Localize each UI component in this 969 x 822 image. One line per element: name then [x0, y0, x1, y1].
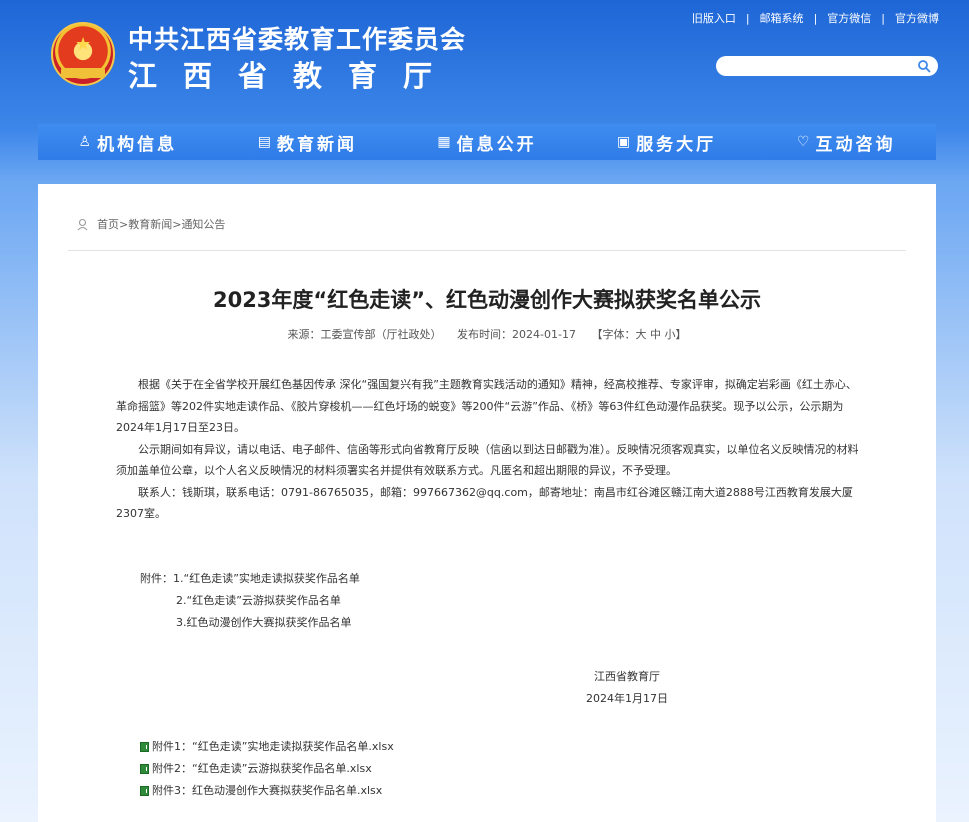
excel-file-icon	[140, 786, 149, 796]
divider	[68, 250, 906, 251]
org-icon: ♙	[78, 134, 92, 150]
article-source: 来源：工委宣传部（厅社政处）	[287, 328, 442, 341]
dept-title: 江西省教育厅	[128, 59, 459, 93]
breadcrumb-education-news[interactable]: 教育新闻	[128, 216, 172, 232]
site-header: ★ 中共江西省委教育工作委员会 江西省教育厅 旧版入口 | 邮箱系统 | 官方微…	[0, 0, 969, 124]
nav-item-org-info[interactable]: ♙ 机构信息	[38, 124, 218, 160]
nav-item-label: 服务大厅	[636, 134, 717, 155]
main-nav: ♙ 机构信息 ▤ 教育新闻 ▦ 信息公开 ▣ 服务大厅 ♡ 互动咨询	[38, 124, 936, 160]
signature-date: 2024年1月17日	[586, 692, 668, 705]
font-size-control[interactable]: 【字体：大 中 小】	[591, 328, 686, 341]
article-meta: 来源：工委宣传部（厅社政处） 发布时间：2024-01-17 【字体：大 中 小…	[38, 326, 936, 342]
nav-item-info-disclosure[interactable]: ▦ 信息公开	[397, 124, 577, 160]
signature: 江西省教育厅 2024年1月17日	[586, 666, 668, 710]
nav-item-label: 信息公开	[456, 134, 537, 155]
nav-item-label: 互动咨询	[815, 134, 896, 155]
nav-item-label: 教育新闻	[277, 134, 357, 155]
paragraph: 根据《关于在全省学校开展红色基因传承 深化“强国复兴有我”主题教育实践活动的通知…	[116, 378, 857, 434]
file-download-link[interactable]: 附件1：“红色走读”实地走读拟获奖作品名单.xlsx	[140, 736, 394, 758]
nav-item-service-hall[interactable]: ▣ 服务大厅	[577, 124, 757, 160]
service-icon: ▣	[616, 134, 631, 150]
article-body: 根据《关于在全省学校开展红色基因传承 深化“强国复兴有我”主题教育实践活动的通知…	[116, 374, 860, 525]
article-container: 首页 > 教育新闻 > 通知公告 2023年度“红色走读”、红色动漫创作大赛拟获…	[38, 184, 936, 822]
search-box	[716, 56, 938, 78]
official-wechat-link[interactable]: 官方微信	[827, 10, 871, 26]
file-download-link[interactable]: 附件3：红色动漫创作大赛拟获奖作品名单.xlsx	[140, 780, 394, 802]
official-weibo-link[interactable]: 官方微博	[895, 10, 939, 26]
attachment-item: 附件：1.“红色走读”实地走读拟获奖作品名单	[140, 572, 360, 585]
breadcrumb-notices[interactable]: 通知公告	[181, 216, 225, 232]
location-icon	[77, 218, 88, 230]
star-icon: ★	[75, 34, 92, 55]
signature-org: 江西省教育厅	[594, 670, 660, 683]
info-icon: ▦	[437, 134, 451, 150]
search-input[interactable]	[716, 58, 906, 78]
breadcrumb: 首页 > 教育新闻 > 通知公告	[76, 216, 225, 232]
nav-item-education-news[interactable]: ▤ 教育新闻	[218, 124, 398, 160]
national-emblem-logo: ★	[51, 22, 115, 86]
mail-system-link[interactable]: 邮箱系统	[760, 10, 804, 26]
attachment-item: 3.红色动漫创作大赛拟获奖作品名单	[176, 616, 352, 629]
paragraph: 联系人：钱斯琪，联系电话：0791-86765035，邮箱：997667362@…	[116, 485, 853, 521]
nav-item-interactive-consult[interactable]: ♡ 互动咨询	[756, 124, 936, 160]
paragraph: 公示期间如有异议，请以电话、电子邮件、信函等形式向省教育厅反映（信函以到达日邮戳…	[116, 442, 859, 478]
attachments-list: 附件：1.“红色走读”实地走读拟获奖作品名单 2.“红色走读”云游拟获奖作品名单…	[140, 568, 360, 634]
org-title: 中共江西省委教育工作委员会	[128, 25, 467, 54]
excel-file-icon	[140, 764, 149, 774]
file-downloads: 附件1：“红色走读”实地走读拟获奖作品名单.xlsx 附件2：“红色走读”云游拟…	[140, 736, 394, 802]
search-icon[interactable]	[917, 59, 931, 73]
top-links: 旧版入口 | 邮箱系统 | 官方微信 | 官方微博	[691, 10, 939, 26]
file-download-link[interactable]: 附件2：“红色走读”云游拟获奖作品名单.xlsx	[140, 758, 394, 780]
attachment-item: 2.“红色走读”云游拟获奖作品名单	[176, 594, 341, 607]
breadcrumb-home[interactable]: 首页	[97, 216, 119, 232]
chat-icon: ♡	[796, 134, 810, 150]
news-icon: ▤	[257, 134, 271, 150]
excel-file-icon	[140, 742, 149, 752]
article-publish-date: 发布时间：2024-01-17	[457, 328, 576, 341]
nav-item-label: 机构信息	[97, 134, 178, 155]
article-title: 2023年度“红色走读”、红色动漫创作大赛拟获奖名单公示	[212, 288, 762, 312]
old-version-link[interactable]: 旧版入口	[692, 10, 736, 26]
